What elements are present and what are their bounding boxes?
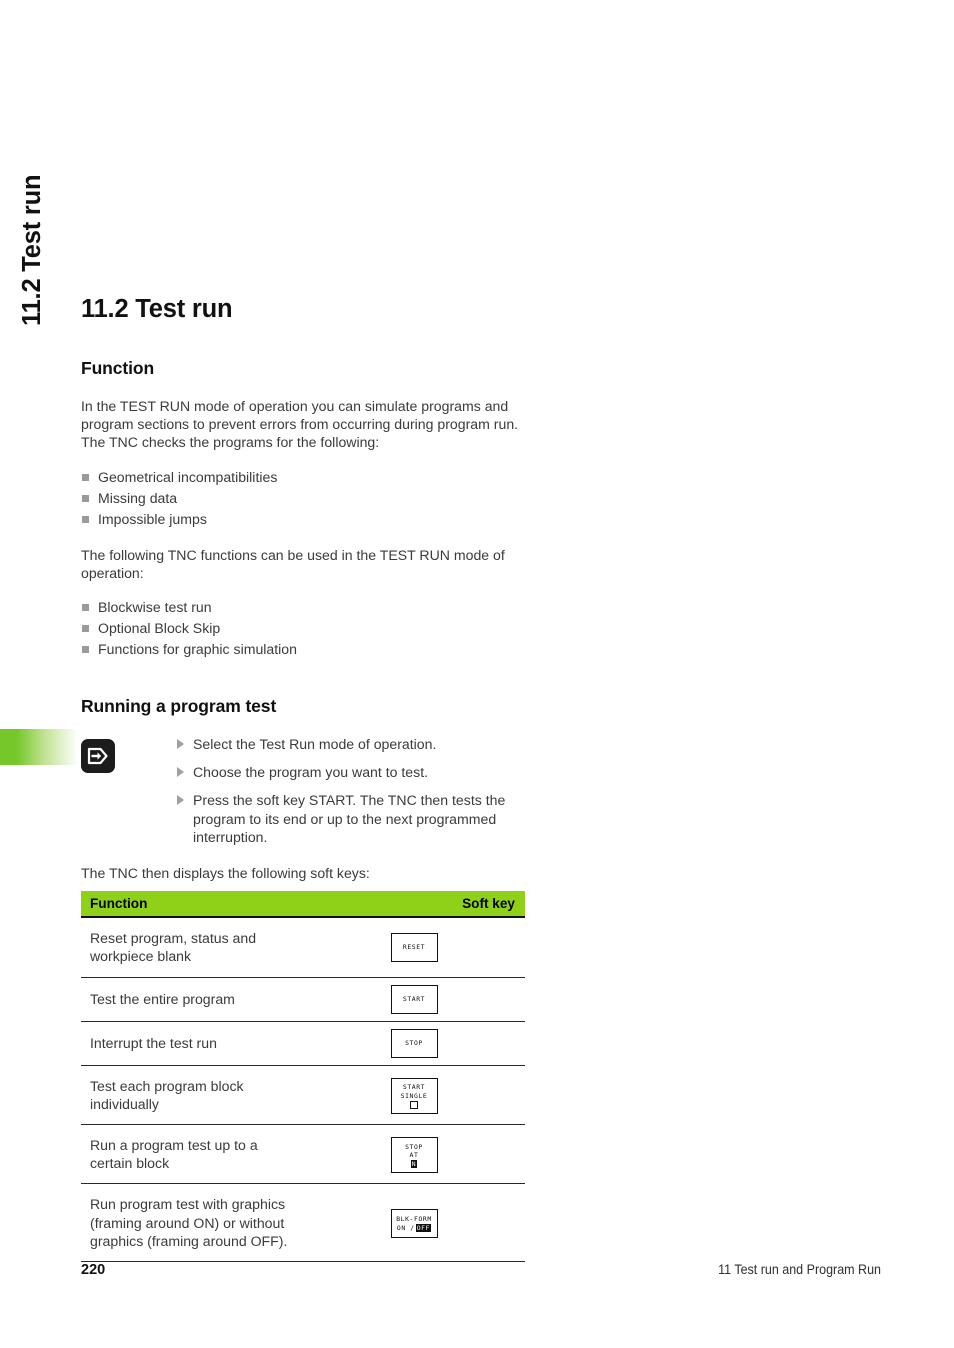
list-item-label: Optional Block Skip	[98, 620, 221, 637]
functions-intro-paragraph: The following TNC functions can be used …	[81, 546, 505, 581]
softkey-cell: START	[303, 977, 525, 1022]
procedure-steps: Select the Test Run mode of operation. C…	[177, 735, 641, 846]
function-description: Interrupt the test run	[81, 1021, 303, 1066]
step-label: Choose the program you want to test.	[193, 764, 429, 781]
triangle-bullet-icon	[177, 795, 184, 806]
table-lead-in-paragraph: The TNC then displays the following soft…	[81, 865, 370, 882]
page-number: 220	[81, 1262, 106, 1278]
list-item: Blockwise test run	[81, 597, 641, 618]
list-item-label: Geometrical incompatibilities	[98, 468, 278, 485]
softkey-toggle-off-label: OFF	[415, 1223, 432, 1232]
softkey-label-line1: START	[402, 1083, 426, 1092]
list-item: Optional Block Skip	[81, 618, 641, 639]
softkey-label: RESET	[402, 943, 426, 952]
function-description: Reset program, status and workpiece blan…	[81, 917, 303, 978]
single-block-square-icon	[410, 1100, 418, 1109]
list-item: Missing data	[81, 488, 641, 509]
list-item-label: Blockwise test run	[98, 599, 212, 616]
table-row: Reset program, status and workpiece blan…	[81, 917, 525, 978]
list-item-label: Functions for graphic simulation	[98, 641, 297, 658]
softkey-cell: RESET	[303, 917, 525, 978]
tnc-functions-list: Blockwise test run Optional Block Skip F…	[81, 597, 641, 660]
softkey-cell: START SINGLE	[303, 1065, 525, 1126]
list-item: Functions for graphic simulation	[81, 639, 641, 660]
page-title: 11.2 Test run	[81, 295, 233, 323]
square-bullet-icon	[82, 646, 89, 654]
softkey-table: Function Soft key Reset program, status …	[81, 891, 525, 1263]
square-bullet-icon	[82, 604, 89, 612]
list-item: Geometrical incompatibilities	[81, 467, 641, 488]
softkey-label-line1: BLK-FORM	[396, 1215, 432, 1224]
table-row: Interrupt the test run STOP	[81, 1021, 525, 1066]
softkey-cell: BLK-FORM ON / OFF	[303, 1183, 525, 1263]
softkey-start[interactable]: START	[390, 984, 438, 1014]
list-item: Press the soft key START. The TNC then t…	[177, 791, 533, 846]
procedure-block: Select the Test Run mode of operation. C…	[81, 735, 641, 846]
softkey-cell: STOP AT N	[303, 1124, 525, 1185]
list-item: Choose the program you want to test.	[177, 763, 533, 781]
function-description: Run a program test up to a certain block	[81, 1124, 303, 1185]
square-bullet-icon	[82, 473, 89, 481]
square-bullet-icon	[82, 494, 89, 502]
running-head-vertical: 11.2 Test run	[18, 174, 46, 326]
softkey-label-line2: SINGLE	[400, 1091, 428, 1100]
triangle-bullet-icon	[177, 767, 184, 778]
footer-chapter-title: 11 Test run and Program Run	[718, 1262, 881, 1277]
section-heading-running-test: Running a program test	[81, 696, 277, 717]
triangle-bullet-icon	[177, 739, 184, 750]
softkey-label-line3: N	[410, 1159, 418, 1168]
checks-list: Geometrical incompatibilities Missing da…	[81, 467, 641, 530]
list-item: Impossible jumps	[81, 509, 641, 530]
softkey-toggle-on-off: ON / OFF	[396, 1223, 432, 1232]
step-label: Press the soft key START. The TNC then t…	[193, 792, 506, 845]
softkey-start-single[interactable]: START SINGLE	[390, 1078, 438, 1115]
function-description: Test each program block individually	[81, 1065, 303, 1126]
table-row: Run a program test up to a certain block…	[81, 1124, 525, 1185]
softkey-stop[interactable]: STOP	[390, 1028, 438, 1058]
softkey-label: STOP	[405, 1039, 423, 1048]
square-bullet-icon	[82, 515, 89, 523]
softkey-stop-at-n[interactable]: STOP AT N	[390, 1137, 438, 1174]
column-header-softkey: Soft key	[303, 891, 525, 919]
softkey-reset[interactable]: RESET	[390, 932, 438, 962]
test-run-mode-icon	[81, 739, 115, 774]
table-row: Run program test with graphics (framing …	[81, 1183, 525, 1263]
table-row: Test each program block individually STA…	[81, 1065, 525, 1126]
step-label: Select the Test Run mode of operation.	[193, 736, 437, 753]
column-header-function: Function	[81, 891, 303, 919]
list-item: Select the Test Run mode of operation.	[177, 735, 533, 753]
page-footer: 220 11 Test run and Program Run	[81, 1262, 888, 1278]
softkey-cell: STOP	[303, 1021, 525, 1066]
softkey-label-line1: STOP	[405, 1143, 423, 1152]
square-bullet-icon	[82, 625, 89, 633]
page-content: 11.2 Test run Function In the TEST RUN m…	[81, 295, 641, 1263]
function-description: Run program test with graphics (framing …	[81, 1183, 303, 1263]
section-heading-function: Function	[81, 358, 155, 378]
list-item-label: Impossible jumps	[98, 510, 207, 527]
table-row: Test the entire program START	[81, 977, 525, 1022]
document-page: 11.2 Test run 11.2 Test run Function In …	[0, 0, 954, 1348]
table-header-row: Function Soft key	[81, 891, 525, 919]
softkey-toggle-on-label: ON /	[396, 1223, 415, 1232]
list-item-label: Missing data	[98, 489, 178, 506]
page-edge-thumb-tab	[0, 729, 78, 765]
softkey-blk-form-on-off[interactable]: BLK-FORM ON / OFF	[390, 1209, 438, 1239]
softkey-label-line2: AT	[409, 1151, 419, 1160]
softkey-label: START	[402, 995, 426, 1004]
function-description: Test the entire program	[81, 977, 303, 1022]
function-intro-paragraph: In the TEST RUN mode of operation you ca…	[81, 398, 519, 451]
